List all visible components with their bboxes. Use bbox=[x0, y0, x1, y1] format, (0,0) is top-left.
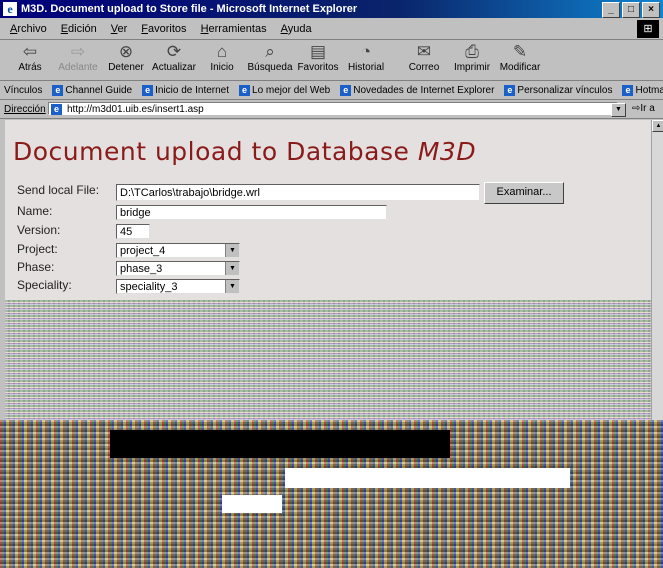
links-bar: Vínculos e Channel Guide e Inicio de Inter… bbox=[0, 81, 663, 100]
project-select[interactable]: project_4 ▼ bbox=[116, 243, 240, 258]
refresh-button[interactable]: ⟳ Actualizar bbox=[150, 40, 198, 73]
address-input[interactable]: e http://m3d01.uib.es/insert1.asp bbox=[48, 102, 618, 115]
ie-page-icon: e bbox=[51, 104, 62, 115]
link-personalizar[interactable]: e Personalizar vínculos bbox=[504, 84, 612, 96]
mail-button[interactable]: ✉ Correo bbox=[400, 40, 448, 73]
page-title: Document upload to Database M3D bbox=[13, 137, 477, 166]
brand-name: M3D bbox=[417, 137, 477, 166]
link-novedades-ie[interactable]: e Novedades de Internet Explorer bbox=[340, 84, 494, 96]
home-button[interactable]: ⌂ Inicio bbox=[198, 40, 246, 73]
browse-button[interactable]: Examinar... bbox=[484, 182, 564, 204]
history-icon: ◔ bbox=[360, 42, 372, 61]
speciality-select[interactable]: speciality_3 ▼ bbox=[116, 279, 240, 294]
menu-favoritos[interactable]: Favoritos bbox=[141, 23, 186, 35]
menu-archivo[interactable]: Archivo bbox=[10, 23, 47, 35]
page-content: Document upload to Database M3D Send loc… bbox=[5, 120, 651, 420]
address-url: http://m3d01.uib.es/insert1.asp bbox=[67, 104, 204, 115]
menu-bar: Archivo Edición Ver Favoritos Herramient… bbox=[0, 19, 663, 40]
speciality-label: Speciality: bbox=[17, 278, 72, 292]
minimize-button[interactable]: _ bbox=[602, 2, 620, 18]
go-button[interactable]: ⇨Ir a bbox=[632, 103, 655, 114]
forward-button[interactable]: ⇨ Adelante bbox=[54, 40, 102, 73]
send-file-input[interactable]: D:\TCarlos\trabajo\bridge.wrl bbox=[116, 184, 480, 201]
menu-ayuda[interactable]: Ayuda bbox=[281, 23, 312, 35]
close-button[interactable]: × bbox=[642, 2, 660, 18]
link-lo-mejor-web[interactable]: e Lo mejor del Web bbox=[239, 84, 330, 96]
chevron-down-icon: ▼ bbox=[225, 280, 239, 293]
version-input[interactable]: 45 bbox=[116, 224, 150, 239]
print-icon: ⎙ bbox=[465, 42, 479, 61]
corrupted-region bbox=[5, 300, 651, 420]
mail-icon: ✉ bbox=[416, 42, 432, 61]
refresh-icon: ⟳ bbox=[166, 42, 182, 61]
search-button[interactable]: ⌕ Búsqueda bbox=[246, 40, 294, 73]
ie-page-icon: e bbox=[239, 84, 251, 96]
window-title: M3D. Document upload to Store file - Mic… bbox=[21, 3, 358, 15]
address-label: Dirección bbox=[4, 103, 46, 115]
ie-page-icon: e bbox=[504, 84, 516, 96]
menu-herramientas[interactable]: Herramientas bbox=[201, 23, 267, 35]
name-label: Name: bbox=[17, 204, 53, 218]
stop-button[interactable]: ⊗ Detener bbox=[102, 40, 150, 73]
ie-page-icon: e bbox=[622, 84, 634, 96]
favorites-icon: ▤ bbox=[309, 42, 327, 61]
menu-edicion[interactable]: Edición bbox=[61, 23, 97, 35]
ie-page-icon: e bbox=[340, 84, 352, 96]
vertical-scrollbar[interactable]: ▲ bbox=[651, 120, 663, 425]
toolbar: ⇦ Atrás ⇨ Adelante ⊗ Detener ⟳ Actualizar ⌂ I… bbox=[0, 40, 663, 81]
phase-label: Phase: bbox=[17, 260, 55, 274]
back-arrow-icon: ⇦ bbox=[22, 42, 38, 61]
name-input[interactable]: bridge bbox=[116, 205, 387, 220]
ie-page-icon: e bbox=[142, 84, 154, 96]
maximize-button[interactable]: □ bbox=[622, 2, 640, 18]
forward-arrow-icon: ⇨ bbox=[70, 42, 86, 61]
ie-logo-icon: e bbox=[3, 2, 17, 16]
edit-icon: ✎ bbox=[512, 42, 528, 61]
print-button[interactable]: ⎙ Imprimir bbox=[448, 40, 496, 73]
ie-page-icon: e bbox=[52, 84, 64, 96]
chevron-down-icon: ▼ bbox=[225, 262, 239, 275]
chevron-down-icon: ▼ bbox=[225, 244, 239, 257]
edit-button[interactable]: ✎ Modificar bbox=[496, 40, 544, 73]
search-icon: ⌕ bbox=[265, 42, 275, 61]
project-label: Project: bbox=[17, 242, 58, 256]
stop-icon: ⊗ bbox=[118, 42, 134, 61]
favorites-button[interactable]: ▤ Favoritos bbox=[294, 40, 342, 73]
windows-logo-icon: ⊞ bbox=[637, 20, 659, 38]
link-hotmail[interactable]: eHotmail gratuito bbox=[622, 84, 663, 96]
version-label: Version: bbox=[17, 223, 61, 237]
corrupted-bar bbox=[285, 468, 570, 488]
send-file-label: Send local File: bbox=[17, 183, 100, 197]
links-label: Vínculos bbox=[4, 84, 43, 96]
scroll-up-icon[interactable]: ▲ bbox=[652, 120, 663, 132]
address-dropdown-button[interactable]: ▼ bbox=[611, 103, 626, 117]
menu-ver[interactable]: Ver bbox=[111, 23, 128, 35]
address-bar: Dirección e http://m3d01.uib.es/insert1.… bbox=[0, 100, 663, 119]
phase-select[interactable]: phase_3 ▼ bbox=[116, 261, 240, 276]
home-icon: ⌂ bbox=[216, 42, 228, 61]
link-inicio-internet[interactable]: e Inicio de Internet bbox=[142, 84, 229, 96]
corrupted-block bbox=[110, 430, 450, 458]
back-button[interactable]: ⇦ Atrás bbox=[6, 40, 54, 73]
title-bar: e M3D. Document upload to Store file - M… bbox=[0, 0, 663, 18]
corrupted-area bbox=[0, 420, 663, 568]
link-channel-guide[interactable]: e Channel Guide bbox=[52, 84, 132, 96]
history-button[interactable]: ◔ Historial bbox=[342, 40, 390, 73]
corrupted-bar bbox=[222, 495, 282, 513]
